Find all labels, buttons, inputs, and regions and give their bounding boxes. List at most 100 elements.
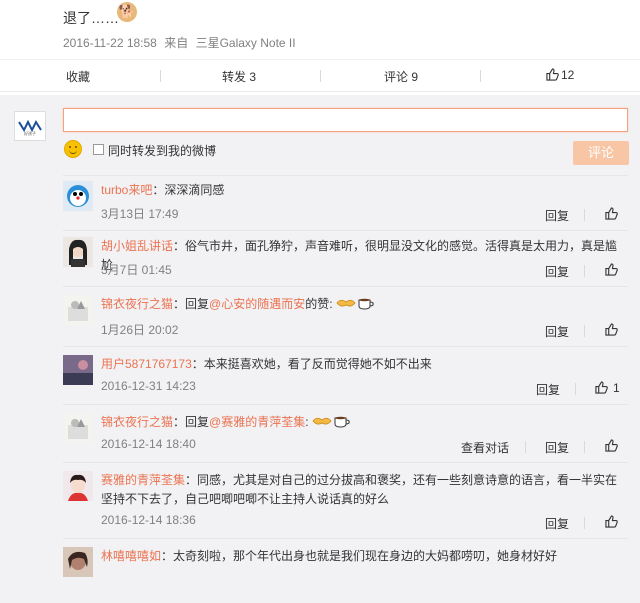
thumbs-up-icon[interactable] [595, 381, 608, 394]
view-conversation-link[interactable]: 查看对话 [461, 439, 509, 456]
comment-input[interactable] [63, 108, 628, 132]
thumbs-up-icon[interactable] [605, 515, 618, 528]
reply-button[interactable]: 回复 [545, 439, 569, 456]
comment-text: 本来挺喜欢她，看了反而觉得她不如不出来 [203, 357, 432, 371]
coffee-emoji-icon [334, 416, 350, 428]
thumbs-up-icon [546, 68, 559, 81]
comment-text: 深深滴同感 [164, 183, 225, 197]
comment-separator: ：回复 [173, 415, 210, 429]
comment-username-link[interactable]: 赛雅的青萍荃集 [101, 473, 185, 487]
comment-item: 胡小姐乱讲话：俗气市井，面孔狰狞，声音难听，很明显没文化的感觉。活得真是太用力，… [63, 237, 628, 287]
divider [584, 325, 585, 337]
reply-button[interactable]: 回复 [545, 263, 569, 280]
like-count: 12 [561, 68, 575, 82]
emoji-smile-icon[interactable] [64, 140, 82, 158]
comment-mention-link[interactable]: @赛雅的青萍荃集 [209, 415, 305, 429]
divider [584, 517, 585, 529]
post-meta: 2016-11-22 18:58 来自 三星Galaxy Note II [63, 34, 300, 51]
comment-separator: ： [191, 357, 204, 371]
user-avatar[interactable] [63, 355, 93, 385]
user-avatar[interactable] [63, 181, 93, 211]
svg-text:好孩子: 好孩子 [24, 130, 36, 136]
comment-item: 赛雅的青萍荃集：同感，尤其是对自己的过分拔高和褒奖，还有一些刻意诗意的语言，看一… [63, 471, 628, 539]
comment-text: 的赞: [305, 297, 333, 311]
post-from-label: 来自 [164, 36, 189, 50]
divider [584, 209, 585, 221]
divider [480, 70, 481, 82]
comment-username-link[interactable]: 锦衣夜行之猫 [101, 297, 173, 311]
comment-separator: ： [161, 549, 174, 563]
user-avatar[interactable] [63, 295, 93, 325]
reply-button[interactable]: 回复 [545, 323, 569, 340]
self-avatar[interactable]: 好孩子 [14, 111, 46, 141]
action-bar: 收藏 转发 3 评论 9 12 [0, 60, 640, 92]
weibo-post-page: 退了…… 🐕 2016-11-22 18:58 来自 三星Galaxy Note… [0, 0, 640, 603]
thumbs-up-icon[interactable] [605, 323, 618, 336]
comment-time: 3月13日 17:49 [101, 207, 179, 221]
comment-like-count: 1 [613, 381, 620, 395]
user-avatar[interactable] [63, 547, 93, 577]
reply-button[interactable]: 回复 [545, 515, 569, 532]
user-avatar[interactable] [63, 471, 93, 501]
comment-content: 用户5871767173：本来挺喜欢她，看了反而觉得她不如不出来 [101, 355, 628, 374]
comment-content: 锦衣夜行之猫：回复@心安的随遇而安的赞: [101, 295, 628, 314]
comment-content: 赛雅的青萍荃集：同感，尤其是对自己的过分拔高和褒奖，还有一些刻意诗意的语言，看一… [101, 471, 628, 509]
forward-button[interactable]: 转发 3 [222, 68, 256, 85]
brand-logo-icon: 好孩子 [18, 119, 42, 136]
post-date: 2016-11-22 18:58 [63, 36, 157, 50]
collect-button[interactable]: 收藏 [66, 68, 90, 85]
comment-section: 好孩子 同时转发到我的微博 评论 turbo来吧：深深滴同感 3月13日 17:… [0, 95, 640, 603]
comment-item: 锦衣夜行之猫：回复@心安的随遇而安的赞: 1月26日 20:02 回复 [63, 295, 628, 347]
divider [584, 265, 585, 277]
thumbs-up-icon[interactable] [605, 439, 618, 452]
divider [320, 70, 321, 82]
comment-time: 2016-12-31 14:23 [101, 379, 196, 393]
comment-mention-link[interactable]: @心安的随遇而安 [209, 297, 305, 311]
comment-time: 1月26日 20:02 [101, 323, 179, 337]
post-header: 退了…… 🐕 2016-11-22 18:58 来自 三星Galaxy Note… [0, 0, 640, 60]
comment-username-link[interactable]: 胡小姐乱讲话 [101, 239, 173, 253]
comment-item: turbo来吧：深深滴同感 3月13日 17:49 回复 [63, 181, 628, 231]
comment-separator: ：回复 [173, 297, 210, 311]
dog-emoji-icon: 🐕 [117, 2, 137, 22]
divider [525, 441, 526, 453]
comment-item: 锦衣夜行之猫：回复@赛雅的青萍荃集: 2016-12-14 18:40 查看对话… [63, 413, 628, 463]
divider [584, 441, 585, 453]
comment-username-link[interactable]: 用户5871767173 [101, 357, 192, 371]
reply-button[interactable]: 回复 [536, 381, 560, 398]
forward-checkbox-label: 同时转发到我的微博 [108, 144, 217, 158]
reply-button[interactable]: 回复 [545, 207, 569, 224]
comment-separator: ： [152, 183, 165, 197]
post-text: 退了…… [63, 10, 119, 26]
comment-time: 2016-12-14 18:40 [101, 437, 196, 451]
divider [160, 70, 161, 82]
comment-content: 锦衣夜行之猫：回复@赛雅的青萍荃集: [101, 413, 628, 432]
thumbs-up-icon[interactable] [605, 207, 618, 220]
user-avatar[interactable] [63, 413, 93, 443]
handshake-emoji-icon [312, 417, 332, 425]
comment-text: : [305, 415, 309, 429]
handshake-emoji-icon [336, 299, 356, 307]
forward-checkbox[interactable] [93, 144, 104, 155]
comment-time: 3月7日 01:45 [101, 263, 172, 277]
comment-content: 林嘻嘻嘻如：太奇刻啦，那个年代出身也就是我们现在身边的大妈都唠叨，她身材好好 [101, 547, 628, 566]
comment-separator: ： [173, 239, 186, 253]
coffee-emoji-icon [358, 298, 374, 310]
comment-item: 用户5871767173：本来挺喜欢她，看了反而觉得她不如不出来 2016-12… [63, 355, 628, 405]
user-avatar[interactable] [63, 237, 93, 267]
comment-separator: ： [185, 473, 198, 487]
comment-username-link[interactable]: turbo来吧 [101, 183, 152, 197]
comment-username-link[interactable]: 林嘻嘻嘻如 [101, 549, 161, 563]
comment-username-link[interactable]: 锦衣夜行之猫 [101, 415, 173, 429]
post-device-link[interactable]: 三星Galaxy Note II [196, 36, 296, 50]
comment-button[interactable]: 评论 9 [384, 68, 418, 85]
comment-time: 2016-12-14 18:36 [101, 513, 196, 527]
thumbs-up-icon[interactable] [605, 263, 618, 276]
like-button[interactable]: 12 [546, 68, 574, 82]
divider [575, 383, 576, 395]
comment-content: turbo来吧：深深滴同感 [101, 181, 628, 200]
comment-text: 太奇刻啦，那个年代出身也就是我们现在身边的大妈都唠叨，她身材好好 [173, 549, 558, 563]
submit-comment-button[interactable]: 评论 [573, 141, 629, 165]
comment-item: 林嘻嘻嘻如：太奇刻啦，那个年代出身也就是我们现在身边的大妈都唠叨，她身材好好 [63, 547, 628, 603]
divider [63, 175, 628, 176]
